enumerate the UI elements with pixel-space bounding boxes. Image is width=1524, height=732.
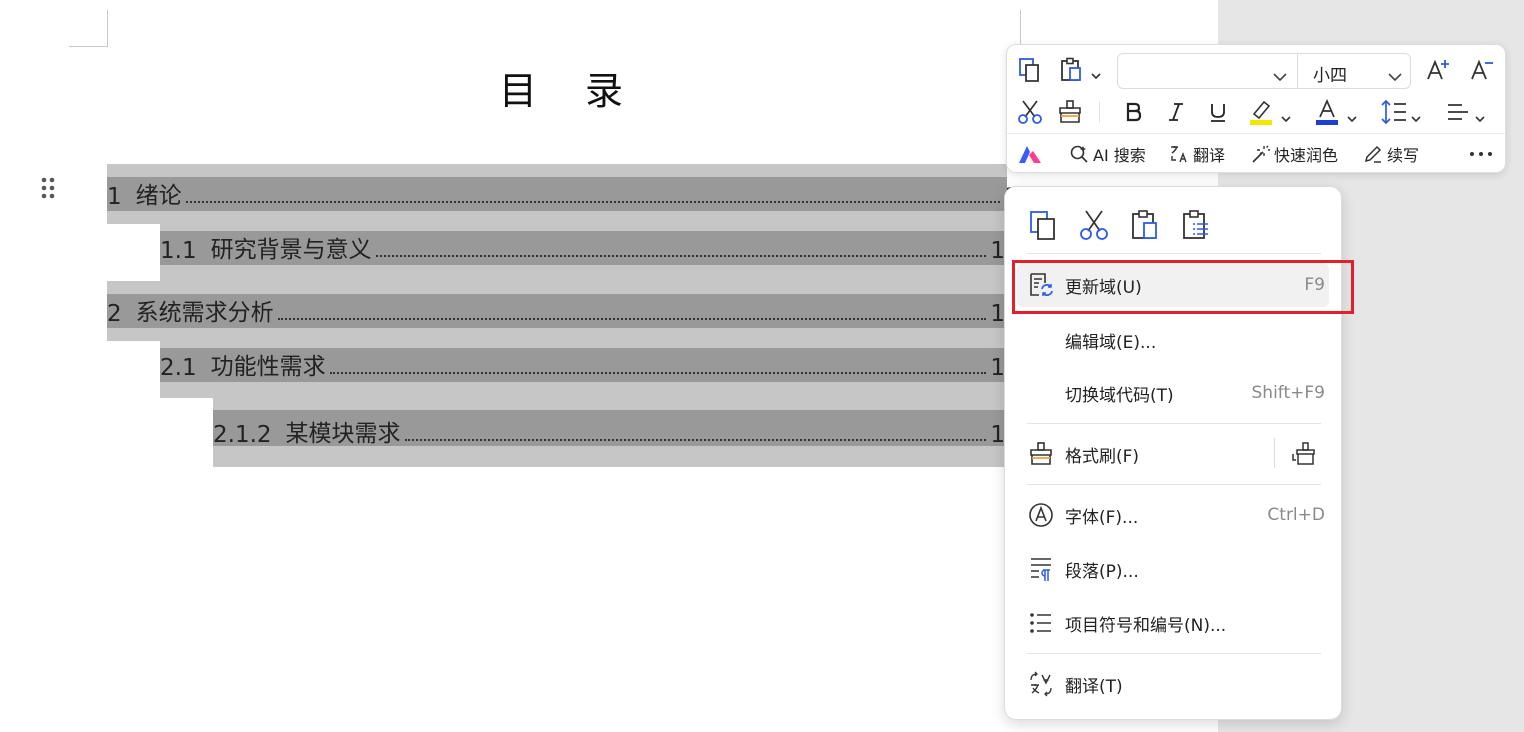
mini-toolbar: 小四 AI 搜索 翻译 快速润色 续写 (1006, 44, 1506, 173)
line-spacing-icon[interactable] (1379, 97, 1409, 127)
font-size-value[interactable]: 小四 (1313, 61, 1347, 86)
italic-icon[interactable] (1161, 97, 1191, 127)
chevron-down-icon[interactable] (1091, 65, 1101, 84)
menu-item-label: 翻译(T) (1065, 676, 1123, 697)
toc-leader-dots (329, 372, 987, 374)
divider (1027, 484, 1321, 485)
toc-leader-dots (404, 439, 987, 441)
paste-keep-format-icon[interactable] (1127, 207, 1163, 243)
toc-entry-text: 绪论 (135, 183, 182, 209)
divider (1274, 438, 1275, 468)
selection-highlight-box (1012, 260, 1354, 314)
font-item[interactable]: 字体(F)... Ctrl+D (1017, 493, 1329, 537)
increase-font-size-icon[interactable] (1423, 55, 1453, 85)
align-icon[interactable] (1443, 97, 1473, 127)
underline-icon[interactable] (1203, 97, 1233, 127)
cut-icon[interactable] (1015, 97, 1045, 127)
chevron-down-icon[interactable] (1475, 108, 1485, 127)
highlight-color-icon[interactable] (1247, 97, 1277, 127)
menu-item-shortcut: Shift+F9 (1251, 383, 1325, 403)
menu-item-shortcut: Ctrl+D (1267, 505, 1325, 525)
toc-title: 目 录 (498, 69, 642, 113)
toggle-field-codes-item[interactable]: 切换域代码(T) Shift+F9 (1017, 371, 1329, 415)
menu-item-label: 格式刷(F) (1065, 446, 1140, 467)
page-margin-mark (69, 46, 108, 47)
format-painter-item[interactable]: 格式刷(F) (1017, 432, 1329, 476)
copy-icon[interactable] (1025, 207, 1061, 243)
cut-icon[interactable] (1076, 207, 1112, 243)
font-selector[interactable]: 小四 (1117, 53, 1411, 89)
format-painter-lock-icon[interactable] (1288, 438, 1320, 470)
menu-item-label: 段落(P)... (1065, 561, 1139, 582)
ai-logo-icon[interactable] (1015, 139, 1045, 169)
toc-entry-text: 系统需求分析 (135, 300, 274, 326)
divider (1027, 253, 1321, 254)
toc-entry[interactable]: 2 系统需求分析 1 (107, 293, 1005, 327)
divider (1007, 133, 1505, 134)
toc-entry-number: 1.1 (160, 238, 197, 264)
format-painter-icon[interactable] (1055, 97, 1085, 127)
toc-entry-text: 某模块需求 (285, 421, 401, 447)
quick-polish-label: 快速润色 (1274, 146, 1339, 165)
ai-search-label: AI 搜索 (1093, 146, 1146, 165)
toc-entry-text: 功能性需求 (210, 354, 326, 380)
translate-button[interactable]: 翻译 (1169, 142, 1225, 166)
copy-icon[interactable] (1015, 55, 1045, 85)
toc-entry-number: 2.1.2 (213, 422, 272, 448)
ai-search-button[interactable]: AI 搜索 (1069, 142, 1146, 166)
toc-entry-number: 2.1 (160, 355, 197, 381)
menu-item-label: 字体(F)... (1065, 507, 1139, 528)
quick-polish-button[interactable]: 快速润色 (1250, 142, 1338, 166)
translate-label: 翻译 (1193, 146, 1226, 165)
menu-item-label: 编辑域(E)... (1065, 332, 1157, 353)
font-icon (1027, 501, 1055, 529)
toc-leader-dots (185, 201, 1001, 203)
chevron-down-icon[interactable] (1281, 108, 1291, 127)
paragraph-item[interactable]: 段落(P)... (1017, 547, 1329, 591)
bold-icon[interactable] (1119, 97, 1149, 127)
paste-text-only-icon[interactable] (1178, 207, 1214, 243)
menu-item-label: 项目符号和编号(N)... (1065, 615, 1227, 636)
continue-writing-button[interactable]: 续写 (1363, 142, 1419, 166)
page-margin-mark (1020, 10, 1021, 47)
drag-handle-icon[interactable] (40, 176, 56, 200)
toc-entry-text: 研究背景与意义 (210, 237, 372, 263)
bullet-list-icon (1027, 609, 1055, 637)
toc-entry[interactable]: 2.1.2 某模块需求 1 (213, 414, 1005, 448)
menu-item-label: 切换域代码(T) (1065, 385, 1174, 406)
paragraph-icon (1027, 555, 1055, 583)
toc-leader-dots (375, 255, 987, 257)
toc-entry-number: 1 (107, 184, 122, 210)
format-painter-icon (1027, 440, 1055, 468)
translate-item[interactable]: 翻译(T) (1017, 662, 1329, 706)
chevron-down-icon[interactable] (1411, 108, 1421, 127)
paste-icon[interactable] (1057, 55, 1087, 85)
toc-entry-page: 1 (990, 238, 1005, 264)
decrease-font-size-icon[interactable] (1467, 55, 1497, 85)
page-margin-mark (107, 10, 108, 47)
toc-leader-dots (277, 318, 987, 320)
chevron-down-icon[interactable] (1273, 67, 1287, 86)
bullets-numbering-item[interactable]: 项目符号和编号(N)... (1017, 601, 1329, 645)
toc-entry[interactable]: 1.1 研究背景与意义 1 (160, 230, 1005, 264)
toc-entry-page: 1 (990, 355, 1005, 381)
divider (1027, 423, 1321, 424)
more-icon[interactable] (1466, 139, 1496, 169)
divider (1297, 54, 1298, 88)
divider (1099, 101, 1100, 123)
toc-entry-page: 1 (990, 422, 1005, 448)
toc-entry[interactable]: 2.1 功能性需求 1 (160, 347, 1005, 381)
toc-entry-page: 1 (990, 301, 1005, 327)
continue-writing-label: 续写 (1387, 146, 1420, 165)
font-color-icon[interactable] (1313, 97, 1343, 127)
chevron-down-icon[interactable] (1388, 67, 1402, 86)
translate-icon (1027, 670, 1055, 698)
divider (1027, 653, 1321, 654)
toc-entry-number: 2 (107, 301, 122, 327)
chevron-down-icon[interactable] (1347, 108, 1357, 127)
edit-field-item[interactable]: 编辑域(E)... (1017, 318, 1329, 362)
toc-entry[interactable]: 1 绪论 1 (107, 176, 1019, 210)
